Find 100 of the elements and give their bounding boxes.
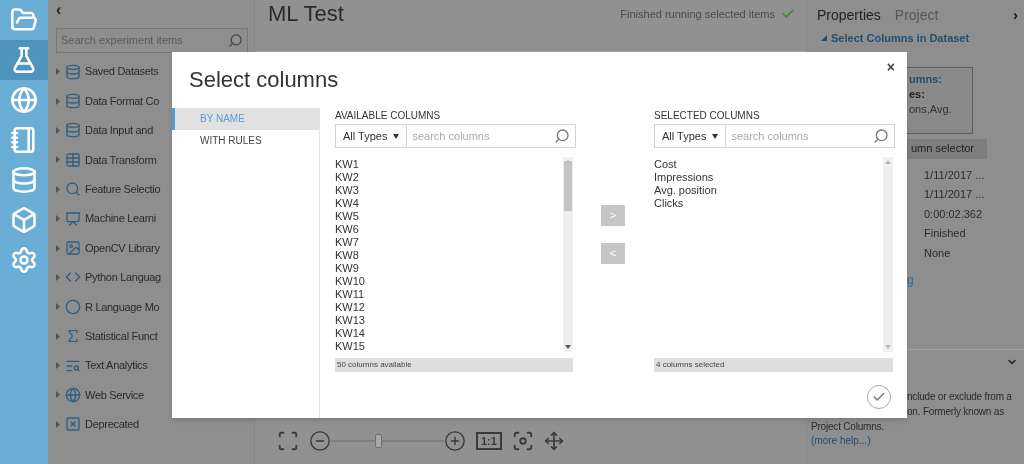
palette-item[interactable]: Feature Selectio [85,181,161,198]
scroll-down-icon [565,345,571,349]
scrollbar[interactable] [883,157,893,352]
palette-item[interactable]: Data Input and [85,122,153,139]
column-item[interactable]: KW13 [335,314,563,327]
move-icon[interactable] [543,431,564,451]
expand-arrow-icon[interactable] [56,68,60,76]
palette-item[interactable]: Data Format Co [85,92,160,110]
dialog-title: Select columns [189,66,339,94]
summary-text: ons,Avg. [909,101,953,117]
database-icon [65,122,81,139]
type-dropdown[interactable]: All Types [654,124,727,148]
column-selector-button[interactable]: umn selector [907,138,987,159]
palette-item[interactable]: Machine Learni [85,210,156,227]
collapse-triangle-icon [821,35,827,42]
caret-icon [393,133,400,139]
column-item[interactable]: Clicks [654,197,883,210]
caret-icon [712,133,719,139]
notebook-icon [10,126,38,154]
column-item[interactable]: KW8 [335,249,563,262]
close-button[interactable]: × [886,60,895,74]
cube-icon [10,206,38,234]
property-value: 1/11/2017 ... [924,187,986,202]
summary-text: es: [909,86,926,102]
run-status: Finished running selected items [620,7,775,22]
palette-item[interactable]: Web Service [85,386,144,404]
search-icon [873,128,890,144]
zoom-slider[interactable] [331,434,444,448]
module-title: Select Columns in Dataset [831,31,970,46]
column-item[interactable]: KW12 [335,301,563,314]
help-text: on. Formerly known as [907,405,1004,419]
x-mark-icon [65,416,81,433]
collapse-button[interactable]: › [1013,3,1018,27]
palette-item[interactable]: Statistical Funct [85,327,158,345]
magnifier-icon [65,181,81,198]
search-input[interactable]: search columns [731,127,874,145]
mode-tab[interactable]: WITH RULES [172,130,319,152]
property-value: 1/11/2017 ... [924,167,986,183]
nav-rail-item[interactable] [0,40,48,80]
panel-tab[interactable]: Properties [817,4,881,26]
type-dropdown[interactable]: All Types [335,124,408,148]
expand-arrow-icon[interactable] [56,185,60,193]
palette-item[interactable]: Text Analytics [85,357,148,374]
column-item[interactable]: KW3 [335,184,563,197]
palette-item[interactable]: Saved Datasets [85,63,159,80]
expand-arrow-icon[interactable] [56,303,60,311]
property-value: None [924,245,952,261]
column-item[interactable]: KW5 [335,210,563,223]
column-item[interactable]: Avg. position [654,184,883,197]
expand-arrow-icon[interactable] [56,97,60,105]
flask-icon [10,46,38,74]
palette-item[interactable]: Python Languag [85,269,161,286]
expand-arrow-icon[interactable] [56,391,60,399]
search-input[interactable]: search columns [412,127,555,145]
column-item[interactable]: KW2 [335,171,563,184]
fit-icon[interactable] [277,430,299,452]
column-item[interactable]: KW14 [335,327,563,340]
more-help-link[interactable]: (more help...) [811,434,871,448]
check-icon [872,390,886,404]
database-icon [65,93,81,110]
column-item[interactable]: KW10 [335,275,563,288]
palette-item[interactable]: Deprecated [85,416,139,433]
actual-size-button[interactable]: 1:1 [476,432,502,450]
column-item[interactable]: KW4 [335,197,563,210]
expand-arrow-icon[interactable] [56,420,60,428]
column-item[interactable]: KW7 [335,236,563,249]
expand-arrow-icon[interactable] [56,244,60,252]
palette-item[interactable]: R Language Mo [85,298,160,316]
column-item[interactable]: KW6 [335,223,563,236]
zoom-out-icon[interactable] [309,430,331,452]
expand-arrow-icon[interactable] [56,362,60,370]
expand-arrow-icon[interactable] [56,126,60,134]
expand-arrow-icon[interactable] [56,215,60,223]
zoom-in-icon[interactable] [444,430,466,452]
column-item[interactable]: Impressions [654,171,883,184]
scrollbar[interactable] [563,157,573,352]
globe-icon [10,86,38,114]
folder-icon [10,6,38,34]
collapse-button[interactable]: ‹ [56,0,62,20]
image-icon [65,240,81,257]
column-item[interactable]: KW11 [335,288,563,301]
property-value: 0:00:02.362 [924,206,984,222]
scroll-thumb[interactable] [564,161,572,211]
column-item[interactable]: KW9 [335,262,563,275]
expand-arrow-icon[interactable] [56,273,60,281]
expand-arrow-icon[interactable] [56,156,60,164]
column-item[interactable]: KW1 [335,158,563,171]
palette-item[interactable]: Data Transform [85,151,157,169]
presentation-icon [65,210,81,227]
help-text: Project Columns. [811,420,884,434]
center-icon[interactable] [511,430,534,452]
column-item[interactable]: Cost [654,158,883,171]
database-icon [65,63,81,80]
expand-arrow-icon[interactable] [56,332,60,340]
panel-heading: AVAILABLE COLUMNS [335,109,442,123]
palette-item[interactable]: OpenCV Library [85,239,160,257]
zoom-thumb[interactable] [375,434,383,448]
column-item[interactable]: KW15 [335,340,563,353]
summary-text: umns: [909,71,943,87]
database-icon [10,166,38,194]
